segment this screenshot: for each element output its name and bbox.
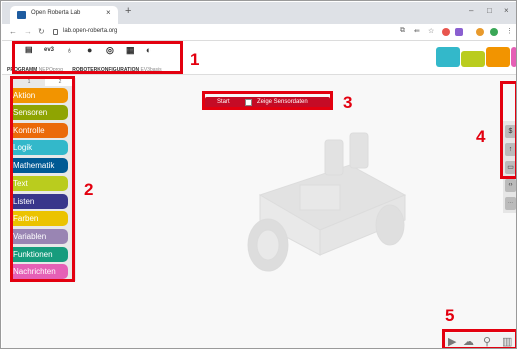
browser-window: Open Roberta Lab × + – □ × ← → ↻ lab.ope… (0, 0, 517, 349)
callout-number-1: 1 (190, 50, 200, 69)
callout-number-2: 2 (84, 180, 94, 199)
ev3-robot-background-image (247, 132, 407, 272)
minimize-button[interactable]: – (469, 6, 473, 15)
reload-icon[interactable]: ↻ (38, 27, 45, 36)
translate-icon[interactable]: ⧉ (400, 27, 405, 35)
callout-box-bottom-tools (442, 329, 516, 348)
url-field[interactable]: lab.open-roberta.org (63, 28, 117, 34)
sim-icon[interactable]: ⋯ (505, 197, 516, 210)
back-icon[interactable]: ← (9, 27, 17, 36)
tab-close-icon[interactable]: × (106, 8, 111, 17)
callout-box-toolbox (10, 76, 75, 282)
extension-icon[interactable] (476, 28, 484, 36)
extension-icon[interactable] (442, 28, 450, 36)
tab-title: Open Roberta Lab (31, 10, 81, 16)
bookmark-star-icon[interactable]: ☆ (428, 27, 434, 35)
maximize-button[interactable]: □ (487, 6, 492, 15)
callout-number-4: 4 (476, 127, 486, 146)
callout-box-start (202, 91, 333, 110)
share-icon[interactable]: ⇚ (414, 27, 420, 35)
forward-icon[interactable]: → (24, 27, 32, 36)
browser-tabbar: Open Roberta Lab × + – □ × (2, 2, 516, 24)
callout-box-toolbar (12, 41, 183, 74)
open-roberta-app: ▤ ev3 ♁ ● ◎ ▦ ◐ PROGRAMM NEPOprog ROBOTE… (2, 41, 516, 348)
extension-icon[interactable] (490, 28, 498, 36)
close-window-button[interactable]: × (504, 6, 509, 15)
callout-number-5: 5 (445, 306, 455, 325)
favicon-icon (17, 11, 26, 19)
browser-tab[interactable]: Open Roberta Lab × (10, 6, 118, 24)
source-code-icon[interactable]: ‹› (505, 179, 516, 192)
callout-number-3: 3 (343, 93, 353, 112)
extension-icon[interactable] (455, 28, 463, 36)
callout-box-right-tools (500, 81, 516, 179)
lock-icon (53, 29, 58, 35)
new-tab-button[interactable]: + (125, 5, 131, 17)
address-bar-row: ← → ↻ lab.open-roberta.org ⧉ ⇚ ☆ ⋮ (2, 24, 516, 41)
menu-icon[interactable]: ⋮ (506, 27, 513, 35)
